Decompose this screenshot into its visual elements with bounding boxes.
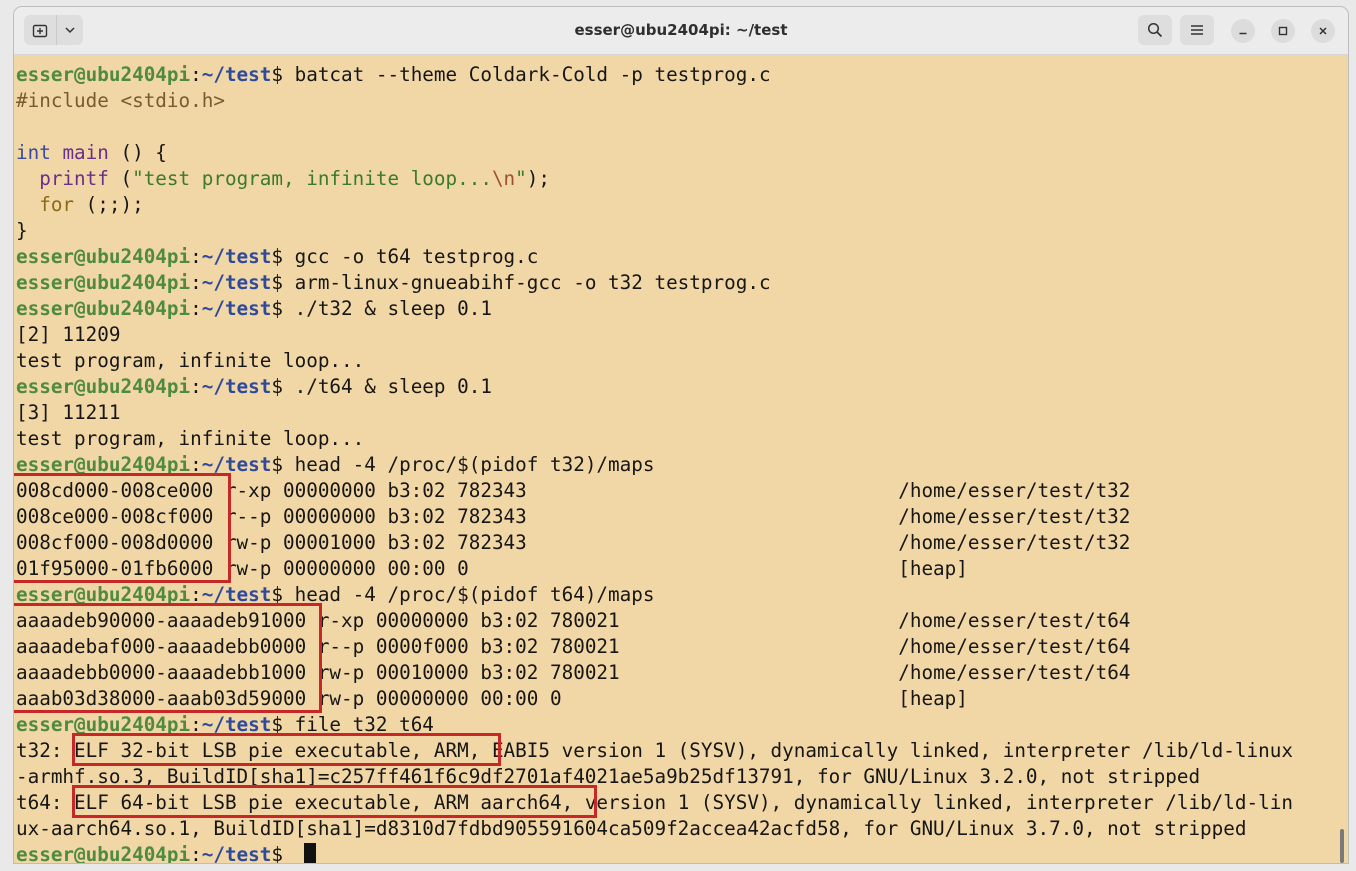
output-line: test program, infinite loop...: [16, 427, 365, 450]
source-close-brace: }: [16, 219, 28, 242]
prompt-user-host: esser@ubu2404pi: [16, 63, 191, 86]
highlight-box-t32-elf: [72, 733, 501, 766]
source-for: for (;;);: [16, 192, 144, 218]
source-printf-end: );: [526, 167, 550, 190]
prompt-path: ~/test: [201, 63, 272, 86]
command-text: ./t32 & sleep 0.1: [294, 297, 492, 320]
prompt-dollar: $: [271, 843, 295, 863]
prompt-dollar: $: [271, 453, 295, 476]
source-main-fn: main: [62, 141, 109, 164]
search-button[interactable]: [1138, 15, 1172, 45]
prompt-dollar: $: [271, 297, 295, 320]
minimize-button[interactable]: [1231, 19, 1255, 43]
maximize-icon: [1278, 26, 1288, 36]
source-main: int main () {: [16, 140, 167, 166]
prompt-dollar: $: [271, 271, 295, 294]
source-printf-escape: \n: [491, 167, 516, 190]
menu-button[interactable]: [1180, 15, 1214, 45]
file-rest: version 1 (SYSV), dynamically linked, in…: [573, 791, 1293, 814]
prompt-dollar: $: [271, 245, 295, 268]
maps-details: r--p 00000000 b3:02 782343 /home/esser/t…: [213, 505, 1131, 528]
maps-details: rw-p 00000000 00:00 0 [heap]: [306, 687, 968, 710]
file-prefix: t64:: [16, 791, 75, 814]
command-text: head -4 /proc/$(pidof t64)/maps: [294, 583, 655, 606]
maximize-button[interactable]: [1271, 19, 1295, 43]
prompt-colon: :: [190, 375, 202, 398]
output-line: [2] 11209: [16, 323, 121, 346]
prompt-user-host: esser@ubu2404pi: [16, 843, 191, 863]
prompt-colon: :: [190, 271, 202, 294]
prompt-path: ~/test: [201, 245, 272, 268]
source-include: #include <stdio.h>: [16, 89, 225, 112]
highlight-box-t32-addresses: [14, 473, 231, 583]
command-text: ./t64 & sleep 0.1: [294, 375, 492, 398]
hamburger-menu-icon: [1191, 25, 1203, 35]
highlight-box-t64-addresses: [14, 603, 322, 713]
maps-details: r--p 0000f000 b3:02 780021 /home/esser/t…: [306, 635, 1131, 658]
maps-details: rw-p 00001000 b3:02 782343 /home/esser/t…: [213, 531, 1131, 554]
prompt-line: esser@ubu2404pi:~/test$ arm-linux-gnueab…: [16, 270, 771, 296]
prompt-user-host: esser@ubu2404pi: [16, 271, 191, 294]
minimize-icon: [1239, 32, 1247, 35]
maps-details: rw-p 00010000 b3:02 780021 /home/esser/t…: [306, 661, 1131, 684]
prompt-line: esser@ubu2404pi:~/test$ gcc -o t64 testp…: [16, 244, 538, 270]
prompt-colon: :: [190, 843, 202, 863]
title-bar: esser@ubu2404pi: ~/test: [14, 7, 1348, 55]
source-printf-string: "test program, infinite loop...: [132, 167, 492, 190]
prompt-path: ~/test: [201, 375, 272, 398]
prompt-path: ~/test: [201, 271, 272, 294]
prompt-line: esser@ubu2404pi:~/test$: [16, 842, 295, 863]
source-int-keyword: int: [16, 141, 51, 164]
prompt-line: esser@ubu2404pi:~/test$ ./t64 & sleep 0.…: [16, 374, 492, 400]
file-prefix: t32:: [16, 739, 75, 762]
source-main-rest: () {: [108, 141, 167, 164]
search-icon: [1147, 22, 1163, 38]
source-for-keyword: for: [39, 193, 75, 216]
command-text: arm-linux-gnueabihf-gcc -o t32 testprog.…: [294, 271, 771, 294]
terminal-output[interactable]: esser@ubu2404pi:~/test$ batcat --theme C…: [14, 55, 1348, 863]
prompt-path: ~/test: [201, 843, 272, 863]
prompt-colon: :: [190, 297, 202, 320]
prompt-colon: :: [190, 245, 202, 268]
source-printf-string-end: ": [515, 167, 527, 190]
source-printf-paren: (: [108, 167, 133, 190]
prompt-user-host: esser@ubu2404pi: [16, 375, 191, 398]
file-output-t64-cont: ux-aarch64.so.1, BuildID[sha1]=d8310d7fd…: [16, 817, 1247, 840]
text-cursor: [304, 843, 316, 863]
source-printf-fn: printf: [39, 167, 109, 190]
highlight-box-t64-elf: [72, 785, 597, 818]
close-button[interactable]: [1311, 19, 1335, 43]
prompt-line: esser@ubu2404pi:~/test$ ./t32 & sleep 0.…: [16, 296, 492, 322]
close-icon: [1319, 27, 1327, 35]
output-line: test program, infinite loop...: [16, 349, 365, 372]
maps-details: r-xp 00000000 b3:02 780021 /home/esser/t…: [306, 609, 1131, 632]
source-for-rest: (;;);: [74, 193, 144, 216]
command-text: batcat --theme Coldark-Cold -p testprog.…: [294, 63, 771, 86]
prompt-line: esser@ubu2404pi:~/test$ batcat --theme C…: [16, 62, 771, 88]
output-line: [3] 11211: [16, 401, 121, 424]
prompt-user-host: esser@ubu2404pi: [16, 297, 191, 320]
prompt-user-host: esser@ubu2404pi: [16, 245, 191, 268]
scrollbar-thumb[interactable]: [1340, 829, 1344, 863]
maps-details: r-xp 00000000 b3:02 782343 /home/esser/t…: [213, 479, 1131, 502]
maps-details: rw-p 00000000 00:00 0 [heap]: [213, 557, 968, 580]
source-printf: printf ("test program, infinite loop...\…: [16, 166, 550, 192]
command-text: gcc -o t64 testprog.c: [294, 245, 539, 268]
file-rest: EABI5 version 1 (SYSV), dynamically link…: [480, 739, 1293, 762]
terminal-window: esser@ubu2404pi: ~/test esser@ubu2404pi:…: [14, 7, 1348, 863]
prompt-dollar: $: [271, 375, 295, 398]
prompt-dollar: $: [271, 63, 295, 86]
prompt-path: ~/test: [201, 297, 272, 320]
command-text: head -4 /proc/$(pidof t32)/maps: [294, 453, 655, 476]
prompt-colon: :: [190, 63, 202, 86]
